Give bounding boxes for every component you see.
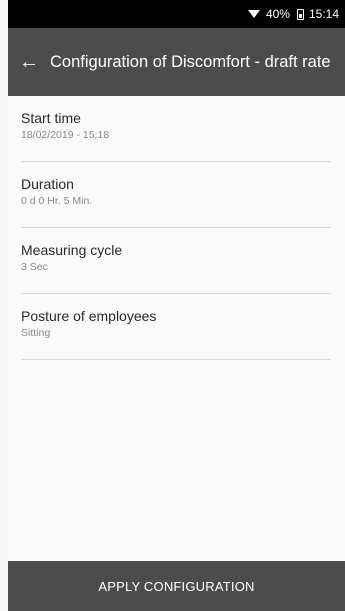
setting-value: Sitting	[21, 327, 51, 339]
setting-duration[interactable]: Duration 0 d 0 Hr. 5 Min.	[21, 162, 331, 228]
setting-label: Measuring cycle	[21, 242, 123, 258]
setting-label: Duration	[21, 176, 74, 192]
setting-label: Posture of employees	[21, 308, 157, 324]
page-title: Configuration of Discomfort - draft rate	[50, 53, 331, 71]
setting-posture[interactable]: Posture of employees Sitting	[21, 294, 331, 360]
app-bar: ← Configuration of Discomfort - draft ra…	[8, 28, 345, 96]
wifi-icon	[247, 10, 260, 18]
status-bar: 40% 15:14	[8, 0, 345, 28]
battery-percent: 40%	[265, 7, 290, 21]
setting-value: 18/02/2019 - 15:18	[21, 129, 110, 141]
setting-label: Start time	[21, 110, 81, 126]
settings-list: Start time 18/02/2019 - 15:18 Duration 0…	[8, 96, 345, 561]
setting-start-time[interactable]: Start time 18/02/2019 - 15:18	[21, 96, 331, 162]
screen: 40% 15:14 ← Configuration of Discomfort …	[0, 0, 345, 611]
setting-measuring-cycle[interactable]: Measuring cycle 3 Sec	[21, 228, 331, 294]
battery-icon	[296, 8, 304, 20]
clock: 15:14	[308, 7, 339, 21]
setting-value: 0 d 0 Hr. 5 Min.	[21, 195, 93, 207]
apply-configuration-button[interactable]: APPLY CONFIGURATION	[8, 561, 345, 611]
back-button[interactable]: ←	[8, 28, 50, 96]
setting-value: 3 Sec	[21, 261, 48, 273]
arrow-left-icon: ←	[19, 50, 39, 73]
